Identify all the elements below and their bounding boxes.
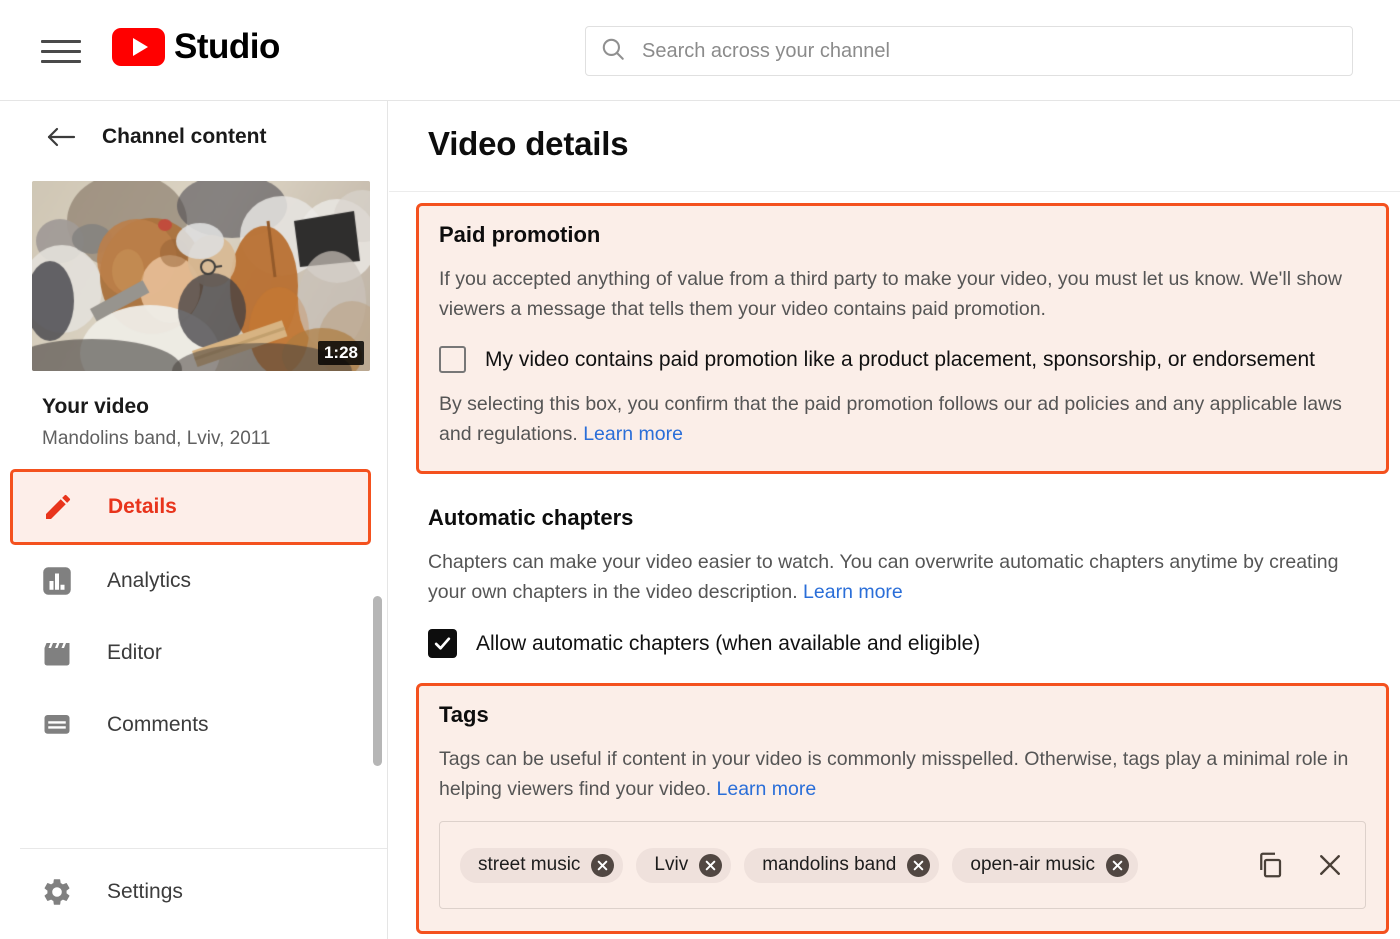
tag-remove-icon[interactable] <box>907 853 931 877</box>
tag-chip-label: mandolins band <box>762 854 897 875</box>
tag-chip-label: street music <box>478 854 581 875</box>
brand-label: Studio <box>174 27 280 66</box>
tags-heading: Tags <box>439 702 489 727</box>
tag-chip-label: Lviv <box>654 854 689 875</box>
video-thumbnail[interactable]: 1:28 <box>32 181 370 371</box>
paid-promotion-heading: Paid promotion <box>439 222 601 247</box>
automatic-chapters-checkbox-label: Allow automatic chapters (when available… <box>476 631 981 655</box>
automatic-chapters-checkbox-row[interactable]: Allow automatic chapters (when available… <box>428 629 1380 658</box>
tag-chip[interactable]: street music <box>460 847 624 883</box>
sidebar-bottom-nav: Settings Send feedback <box>0 856 387 939</box>
sidebar: Channel content 1:28 Your video Mandolin… <box>0 101 388 939</box>
search-input[interactable] <box>642 39 1338 63</box>
search-icon <box>600 36 626 67</box>
copy-icon[interactable] <box>1255 850 1285 880</box>
main-content: Video details Paid promotion If you acce… <box>389 101 1400 939</box>
sidebar-item-label: Settings <box>107 880 183 903</box>
automatic-chapters-learn-more-link[interactable]: Learn more <box>803 581 903 603</box>
paid-promotion-learn-more-link[interactable]: Learn more <box>583 423 683 445</box>
comment-box-icon <box>40 708 74 742</box>
sidebar-scrollbar-thumb[interactable] <box>373 596 382 766</box>
automatic-chapters-description: Chapters can make your video easier to w… <box>428 547 1380 607</box>
tags-description-text: Tags can be useful if content in your vi… <box>439 748 1349 800</box>
sidebar-item-editor[interactable]: Editor <box>0 617 387 689</box>
search-bar[interactable] <box>585 26 1353 76</box>
hamburger-menu-icon[interactable] <box>41 34 83 68</box>
sidebar-item-settings[interactable]: Settings <box>0 856 387 928</box>
top-header-bar: Studio <box>0 0 1400 101</box>
youtube-studio-page: Studio Channel content <box>0 0 1400 939</box>
tags-description: Tags can be useful if content in your vi… <box>439 744 1366 804</box>
sidebar-item-label: Details <box>108 495 177 518</box>
paid-promotion-section: Paid promotion If you accepted anything … <box>416 203 1389 474</box>
sidebar-item-send-feedback[interactable]: Send feedback <box>0 928 387 939</box>
paid-promotion-checkbox-label: My video contains paid promotion like a … <box>485 347 1315 371</box>
paid-promotion-description: If you accepted anything of value from a… <box>439 268 1342 320</box>
sidebar-item-label: Analytics <box>107 569 192 592</box>
sidebar-divider <box>20 848 387 849</box>
sidebar-item-label: Comments <box>107 713 209 736</box>
tag-chip[interactable]: mandolins band <box>744 847 940 883</box>
tags-section: Tags Tags can be useful if content in yo… <box>416 683 1389 934</box>
tag-remove-icon[interactable] <box>699 853 723 877</box>
sidebar-item-label: Editor <box>107 641 162 664</box>
sidebar-item-comments[interactable]: Comments <box>0 689 387 761</box>
tags-learn-more-link[interactable]: Learn more <box>717 778 817 800</box>
studio-brand[interactable]: Studio <box>112 28 280 66</box>
title-divider <box>389 191 1400 192</box>
tag-chip-label: open-air music <box>970 854 1095 875</box>
sidebar-item-details[interactable]: Details <box>10 469 371 545</box>
paid-promotion-note-text: By selecting this box, you confirm that … <box>439 393 1342 445</box>
video-duration-badge: 1:28 <box>317 341 364 365</box>
page-title: Video details <box>428 125 629 162</box>
bar-chart-icon <box>40 564 74 598</box>
sidebar-item-analytics[interactable]: Analytics <box>0 545 387 617</box>
clapperboard-icon <box>40 636 74 670</box>
close-icon[interactable] <box>1315 850 1345 880</box>
gear-icon <box>40 875 74 909</box>
tag-remove-icon[interactable] <box>591 853 615 877</box>
tag-chip[interactable]: open-air music <box>952 847 1138 883</box>
back-to-channel-content[interactable]: Channel content <box>0 101 387 173</box>
back-label: Channel content <box>102 125 267 148</box>
automatic-chapters-checkbox[interactable] <box>428 629 457 658</box>
tag-chip[interactable]: Lviv <box>636 847 732 883</box>
paid-promotion-checkbox-row[interactable]: My video contains paid promotion like a … <box>439 346 1366 373</box>
tag-remove-icon[interactable] <box>1105 853 1129 877</box>
automatic-chapters-section: Automatic chapters Chapters can make you… <box>428 505 1400 658</box>
video-title: Your video <box>42 395 149 418</box>
paid-promotion-checkbox[interactable] <box>439 346 466 373</box>
video-subtitle: Mandolins band, Lviv, 2011 <box>42 428 271 449</box>
pencil-icon <box>41 490 75 524</box>
arrow-left-icon <box>46 125 76 149</box>
tags-input-field[interactable]: street music Lviv mandolins band open-ai… <box>439 821 1366 909</box>
sidebar-nav: Details Analytics Editor Comments <box>0 469 387 761</box>
paid-promotion-note: By selecting this box, you confirm that … <box>439 389 1366 449</box>
automatic-chapters-heading: Automatic chapters <box>428 505 634 530</box>
youtube-logo-icon <box>112 28 165 66</box>
tags-actions <box>1255 850 1351 880</box>
